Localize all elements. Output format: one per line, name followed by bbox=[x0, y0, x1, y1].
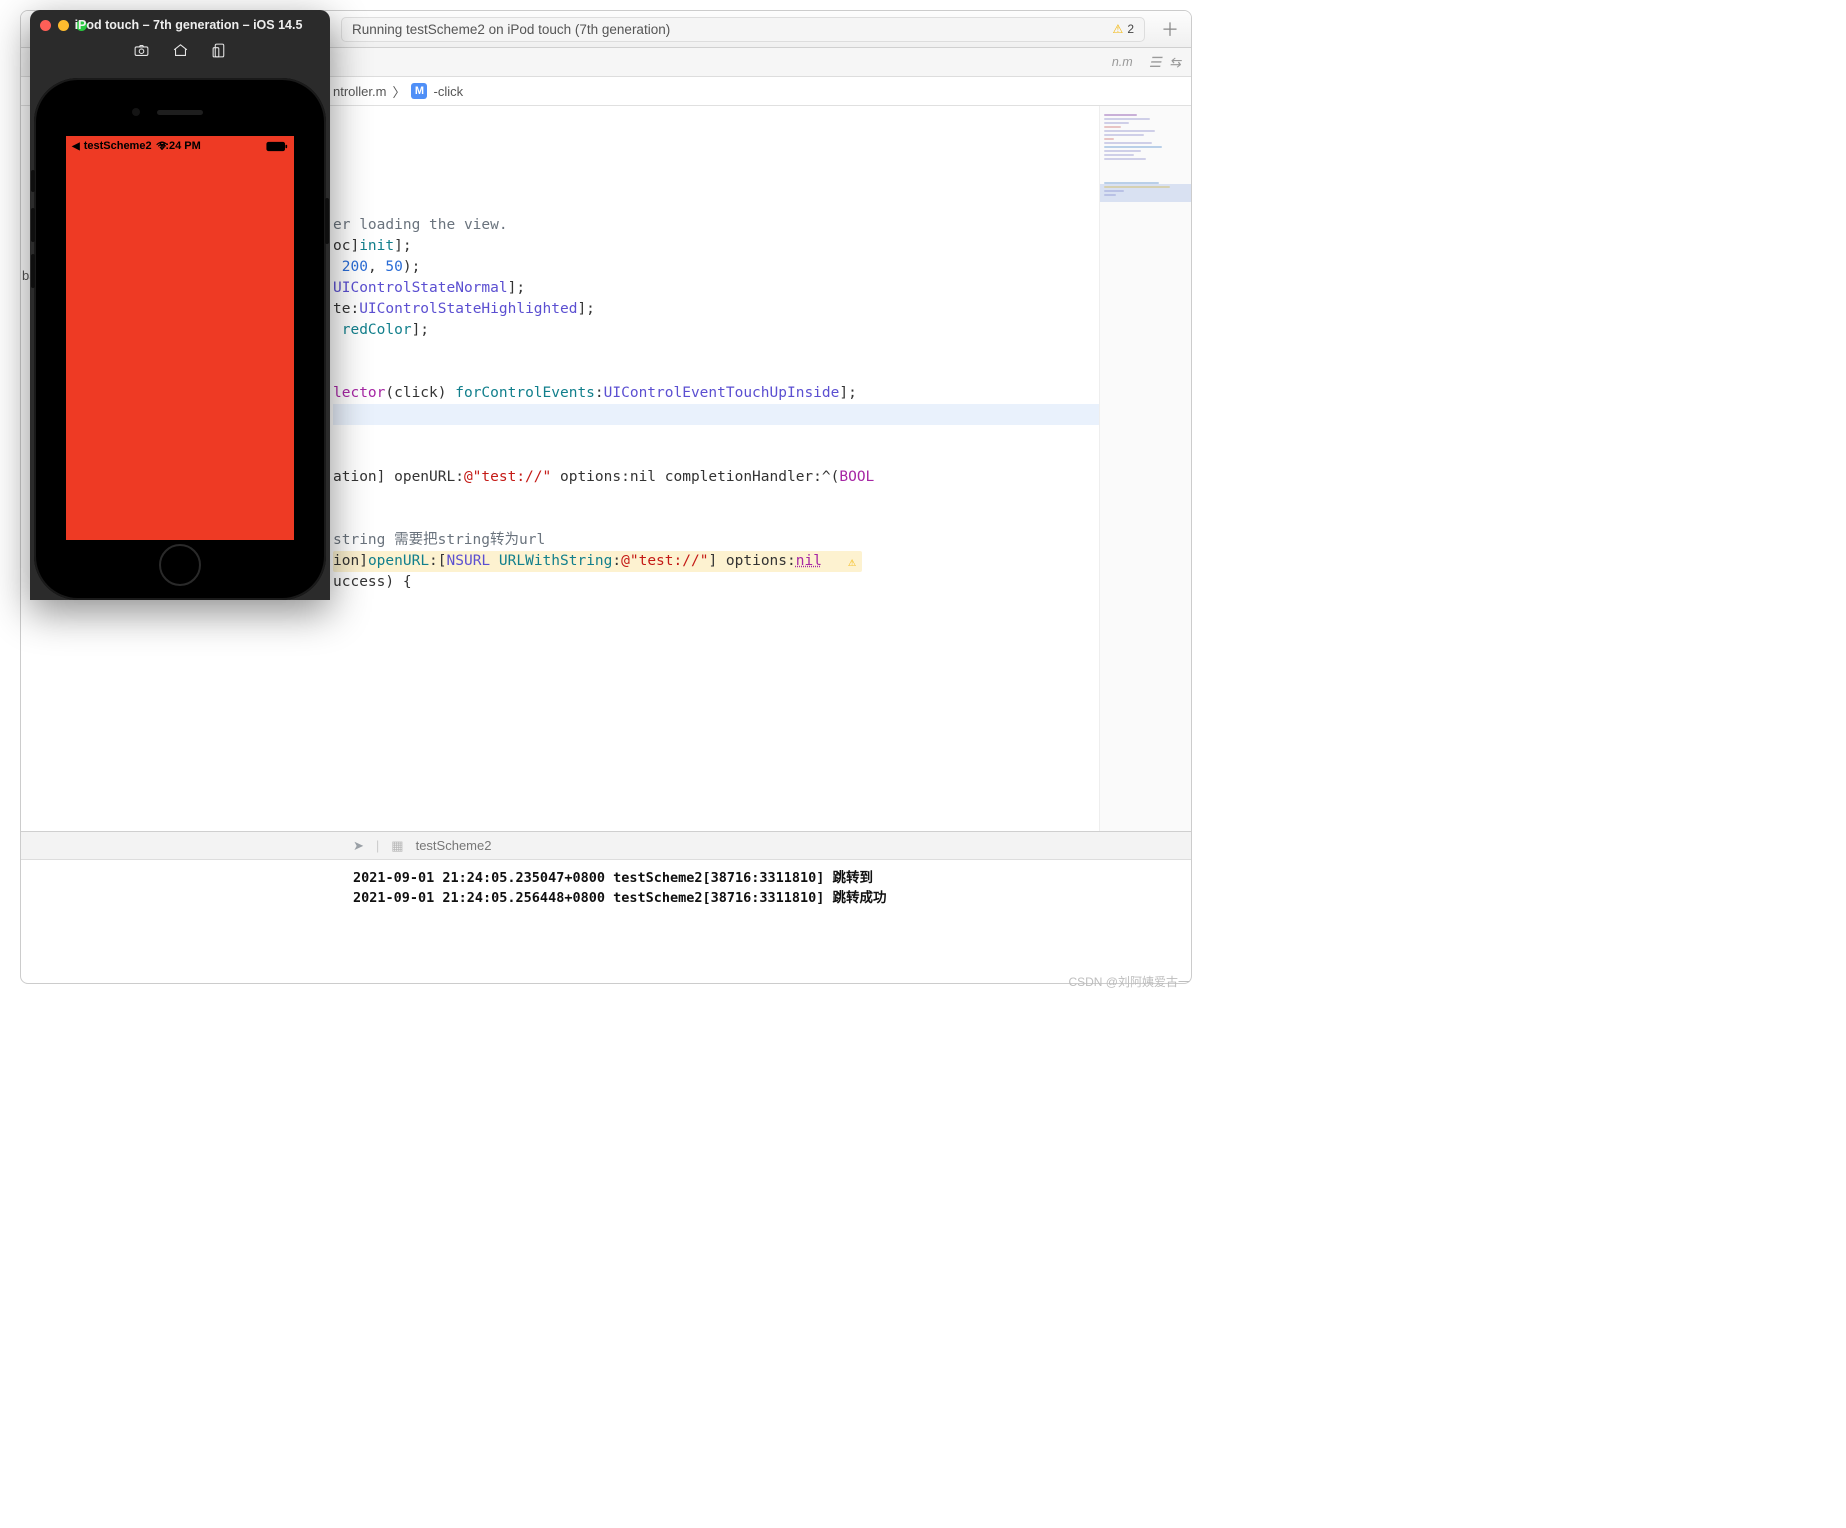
console-target[interactable]: testScheme2 bbox=[416, 838, 492, 853]
warning-icon: ⚠︎ bbox=[1113, 22, 1124, 36]
volume-down[interactable] bbox=[31, 254, 35, 288]
simulator-title: iPod touch – 7th generation – iOS 14.5 bbox=[57, 18, 320, 32]
status-text: Running testScheme2 on iPod touch (7th g… bbox=[352, 22, 670, 37]
debug-area: ➤ | ▦ testScheme2 2021-09-01 21:24:05.23… bbox=[21, 831, 1191, 983]
device-frame: ◀ testScheme2 9:24 PM bbox=[34, 78, 326, 600]
status-pill[interactable]: Running testScheme2 on iPod touch (7th g… bbox=[341, 17, 1145, 42]
console-line: 2021-09-01 21:24:05.235047+0800 testSche… bbox=[353, 870, 873, 886]
outline-icon[interactable]: ☰ bbox=[1149, 54, 1162, 71]
code-text: er loading the view. bbox=[333, 217, 508, 233]
device-screen[interactable]: ◀ testScheme2 9:24 PM bbox=[66, 136, 294, 540]
breadcrumb-file[interactable]: ntroller.m bbox=[333, 84, 386, 99]
minimap[interactable] bbox=[1099, 106, 1191, 831]
inline-warning-icon[interactable]: ⚠︎ bbox=[848, 552, 856, 573]
console-toolbar: ➤ | ▦ testScheme2 bbox=[21, 832, 1191, 860]
simulator-titlebar[interactable]: iPod touch – 7th generation – iOS 14.5 bbox=[30, 10, 330, 40]
screenshot-icon[interactable] bbox=[133, 42, 150, 64]
mute-switch[interactable] bbox=[31, 170, 35, 192]
grid-icon[interactable]: ▦ bbox=[391, 838, 403, 854]
add-tab-button[interactable]: ＋ bbox=[1159, 18, 1181, 40]
watermark: CSDN @刘阿姨爱古一 bbox=[1068, 973, 1190, 990]
minimap-viewport[interactable] bbox=[1100, 184, 1191, 202]
power-button[interactable] bbox=[325, 198, 329, 244]
current-line-highlight bbox=[333, 404, 1099, 425]
warning-count: 2 bbox=[1127, 22, 1134, 36]
breadcrumb-separator: 〉 bbox=[392, 82, 405, 101]
warning-line[interactable]: ion]openURL:[NSURL URLWithString:@"test:… bbox=[333, 551, 862, 572]
home-icon[interactable] bbox=[172, 42, 189, 64]
rotate-icon[interactable] bbox=[211, 42, 228, 64]
speaker-grille bbox=[157, 110, 203, 115]
front-camera bbox=[132, 108, 140, 116]
ios-status-bar: ◀ testScheme2 9:24 PM bbox=[72, 140, 288, 152]
close-button[interactable] bbox=[40, 20, 51, 31]
adjust-icon[interactable]: ⇆ bbox=[1169, 54, 1181, 71]
simulator-toolbar bbox=[30, 40, 330, 66]
home-button[interactable] bbox=[159, 544, 201, 586]
breadcrumb-symbol[interactable]: -click bbox=[433, 84, 463, 99]
status-clock: 9:24 PM bbox=[72, 140, 288, 152]
warning-badge[interactable]: ⚠︎ 2 bbox=[1113, 22, 1134, 36]
console-line: 2021-09-01 21:24:05.256448+0800 testSche… bbox=[353, 890, 887, 906]
method-badge-icon: M bbox=[411, 83, 427, 99]
tab-filename[interactable]: n.m bbox=[1112, 55, 1133, 69]
volume-up[interactable] bbox=[31, 208, 35, 242]
console-output[interactable]: 2021-09-01 21:24:05.235047+0800 testSche… bbox=[21, 860, 1191, 983]
simulator-window: iPod touch – 7th generation – iOS 14.5 ◀… bbox=[30, 10, 330, 600]
location-icon[interactable]: ➤ bbox=[353, 838, 364, 854]
